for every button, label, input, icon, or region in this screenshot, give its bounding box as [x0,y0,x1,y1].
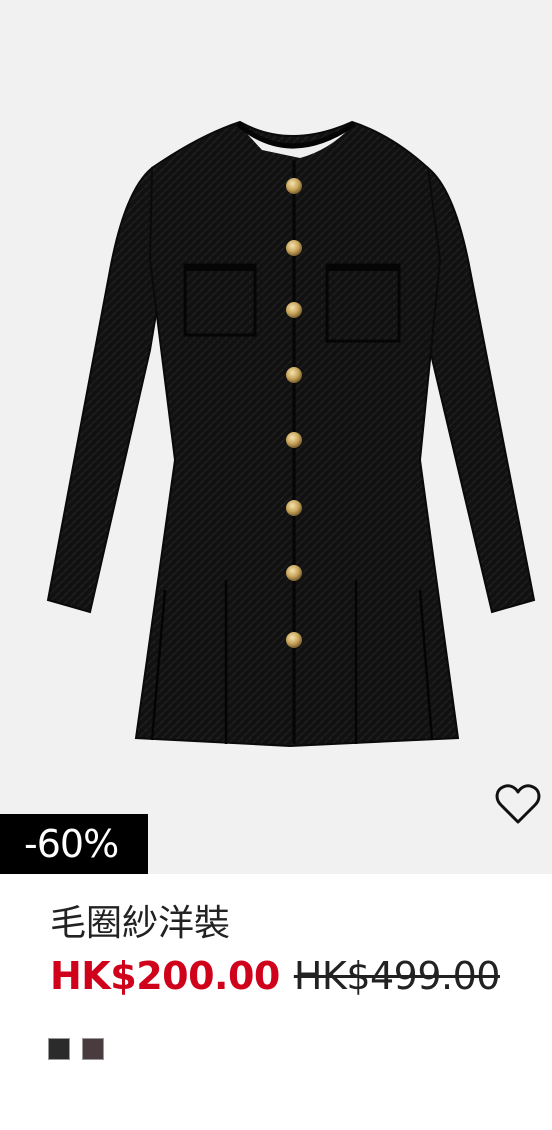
swatch-black[interactable] [48,1038,70,1060]
discount-badge: -60% [0,814,148,874]
product-title[interactable]: 毛圈紗洋裝 [50,900,530,948]
wishlist-button[interactable] [492,780,544,828]
original-price: HK$499.00 [293,954,501,998]
heart-outline-icon [495,784,541,824]
product-image[interactable] [0,0,552,874]
product-info: 毛圈紗洋裝 HK$200.00 HK$499.00 [50,900,530,998]
price-row: HK$200.00 HK$499.00 [50,954,530,998]
swatch-dark-mauve[interactable] [82,1038,104,1060]
product-image-area[interactable]: -60% [0,0,552,874]
color-swatches [48,1038,104,1060]
sale-price: HK$200.00 [50,954,280,998]
